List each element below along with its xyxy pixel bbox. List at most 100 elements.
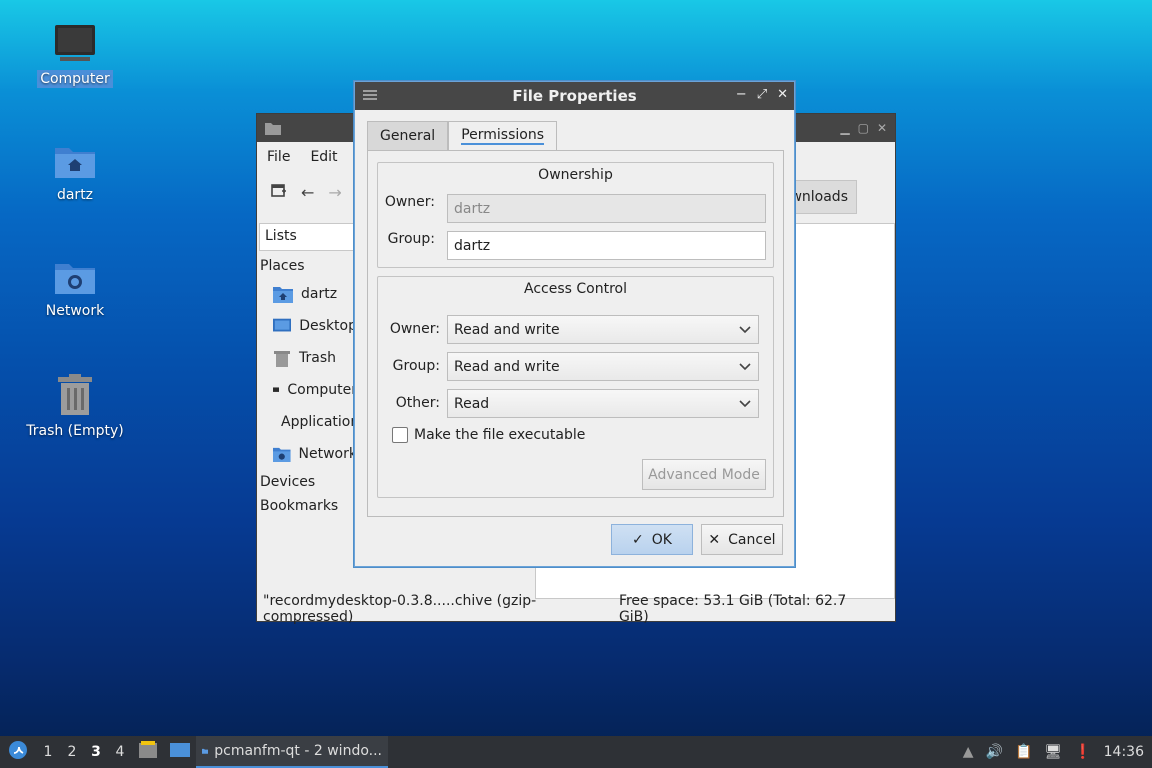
forward-icon[interactable]: → [328, 183, 341, 202]
tab-bar: General Permissions [367, 121, 557, 151]
places-header[interactable]: Places [259, 254, 357, 278]
maximize-icon[interactable]: ⤢ [757, 87, 767, 102]
advanced-mode-button[interactable]: Advanced Mode [642, 459, 766, 490]
tab-label: Permissions [461, 127, 544, 145]
place-item-network[interactable]: Network [259, 438, 357, 470]
ownership-title: Ownership [538, 167, 613, 183]
trash-icon [58, 374, 92, 415]
file-manager-launcher-icon[interactable] [132, 741, 164, 763]
tab-general[interactable]: General [367, 121, 449, 151]
workspace-1[interactable]: 1 [36, 744, 60, 760]
notification-icon[interactable]: ❗ [1074, 744, 1091, 760]
desktop-icon-network[interactable]: Network [20, 258, 130, 320]
chevron-down-icon [739, 363, 751, 371]
ok-label: OK [651, 531, 672, 548]
maximize-icon[interactable]: ▢ [858, 121, 869, 135]
access-group-label: Group: [392, 358, 440, 374]
place-item-applications[interactable]: Applications [259, 406, 357, 438]
volume-icon[interactable]: 🔊 [986, 744, 1003, 760]
network-icon[interactable]: 🖥 [1044, 744, 1062, 760]
status-free-space: Free space: 53.1 GiB (Total: 62.7 GiB) [618, 593, 847, 625]
desktop-icon-trash[interactable]: Trash (Empty) [20, 374, 130, 440]
desktop-icon-home[interactable]: dartz [20, 142, 130, 204]
new-tab-icon[interactable] [271, 182, 287, 202]
show-desktop-icon[interactable] [164, 741, 196, 763]
check-icon: ✓ [632, 531, 644, 548]
folder-icon [265, 123, 281, 135]
place-label: dartz [301, 286, 338, 302]
status-bar: "recordmydesktop-0.3.8.....chive (gzip-c… [257, 593, 895, 625]
status-selected-file: "recordmydesktop-0.3.8.....chive (gzip-c… [263, 593, 537, 625]
network-folder-icon [273, 447, 291, 462]
desktop-icon-label: Network [45, 303, 105, 319]
select-value: Read [454, 395, 490, 412]
home-folder-icon [273, 287, 293, 303]
select-value: Read and write [454, 358, 560, 375]
taskbar-window-button[interactable]: pcmanfm-qt - 2 windo... [196, 736, 388, 768]
chevron-down-icon [739, 326, 751, 334]
access-other-label: Other: [395, 395, 440, 411]
bookmarks-header[interactable]: Bookmarks [259, 494, 357, 518]
access-owner-label: Owner: [389, 321, 440, 337]
place-item-trash[interactable]: Trash [259, 342, 357, 374]
path-button-downloads[interactable]: wnloads [785, 180, 857, 214]
group-field[interactable]: dartz [447, 231, 766, 260]
trash-icon [274, 351, 290, 367]
computer-icon [273, 387, 280, 392]
desktop-icon-computer[interactable]: Computer [20, 24, 130, 88]
workspace-3[interactable]: 3 [84, 744, 108, 760]
computer-icon [55, 25, 95, 61]
close-icon[interactable]: ✕ [777, 87, 788, 102]
minimize-icon[interactable]: ▁ [840, 121, 849, 135]
executable-checkbox[interactable] [392, 427, 408, 443]
taskbar-window-label: pcmanfm-qt - 2 windo... [214, 743, 382, 759]
workspace-4[interactable]: 4 [108, 744, 132, 760]
executable-label: Make the file executable [414, 427, 586, 443]
access-control-title: Access Control [524, 281, 627, 297]
desktop-icon-label: dartz [56, 187, 94, 203]
group-permission-select[interactable]: Read and write [447, 352, 759, 381]
cancel-icon: ✕ [708, 531, 721, 548]
window-menu-icon[interactable] [363, 89, 377, 107]
place-item-computer[interactable]: Computer [259, 374, 357, 406]
dialog-titlebar[interactable]: File Properties − ⤢ ✕ [355, 82, 794, 110]
close-icon[interactable]: ✕ [877, 121, 887, 135]
select-value: Read and write [454, 321, 560, 338]
back-icon[interactable]: ← [301, 183, 314, 202]
place-label: Network [298, 446, 357, 462]
desktop-icon-label: Trash (Empty) [26, 423, 124, 439]
desktop-icon-label: Computer [37, 70, 113, 88]
owner-field: dartz [447, 194, 766, 223]
network-folder-icon [55, 264, 95, 294]
devices-header[interactable]: Devices [259, 470, 357, 494]
place-label: Applications [281, 414, 357, 430]
side-pane: Places dartz Desktop Trash Computer Appl… [259, 254, 357, 518]
clock[interactable]: 14:36 [1104, 744, 1144, 760]
minimize-icon[interactable]: − [736, 87, 747, 102]
owner-permission-select[interactable]: Read and write [447, 315, 759, 344]
place-label: Computer [287, 382, 357, 398]
menu-edit[interactable]: Edit [310, 149, 337, 165]
workspace-2[interactable]: 2 [60, 744, 84, 760]
cancel-label: Cancel [728, 531, 776, 548]
folder-icon [202, 748, 209, 754]
desktop-icon [273, 318, 292, 332]
tray-up-arrow-icon[interactable]: ▲ [963, 744, 974, 760]
chevron-down-icon [739, 400, 751, 408]
place-label: Desktop [299, 318, 357, 334]
start-menu-icon[interactable] [0, 740, 36, 764]
side-pane-mode-select[interactable]: Lists [259, 223, 357, 251]
cancel-button[interactable]: ✕ Cancel [701, 524, 783, 555]
system-tray: ▲ 🔊 📋 🖥 ❗ 14:36 [963, 744, 1152, 760]
clipboard-icon[interactable]: 📋 [1015, 744, 1032, 760]
place-item-home[interactable]: dartz [259, 278, 357, 310]
tab-permissions[interactable]: Permissions [448, 121, 557, 151]
ownership-group: Ownership Owner: dartz Group: dartz [377, 162, 774, 268]
other-permission-select[interactable]: Read [447, 389, 759, 418]
executable-option[interactable]: Make the file executable [392, 427, 585, 443]
menu-file[interactable]: File [267, 149, 290, 165]
access-control-group: Access Control Owner: Read and write Gro… [377, 276, 774, 498]
ok-button[interactable]: ✓ OK [611, 524, 693, 555]
file-properties-dialog: File Properties − ⤢ ✕ General Permission… [354, 81, 795, 567]
place-item-desktop[interactable]: Desktop [259, 310, 357, 342]
